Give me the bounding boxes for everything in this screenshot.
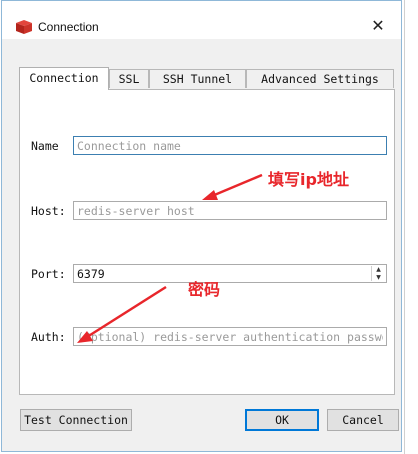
test-connection-button[interactable]: Test Connection	[20, 409, 132, 431]
name-input[interactable]	[73, 136, 387, 155]
port-label: Port:	[31, 267, 66, 281]
auth-annotation: 密码	[188, 280, 221, 299]
port-value: 6379	[77, 267, 105, 281]
background-window	[404, 0, 418, 454]
tab-connection[interactable]: Connection	[19, 67, 109, 90]
auth-label: Auth:	[31, 330, 66, 344]
host-input[interactable]	[73, 201, 387, 220]
spin-down-icon[interactable]: ▼	[372, 274, 385, 281]
host-label: Host:	[31, 204, 66, 218]
tab-advanced-settings[interactable]: Advanced Settings	[246, 69, 394, 88]
port-spinbox[interactable]: 6379 ▲ ▼	[73, 264, 387, 283]
spin-up-icon[interactable]: ▲	[372, 266, 385, 273]
name-label: Name	[31, 139, 59, 153]
cancel-button[interactable]: Cancel	[327, 409, 399, 431]
tab-ssh-tunnel[interactable]: SSH Tunnel	[149, 69, 246, 88]
port-stepper: ▲ ▼	[371, 266, 385, 281]
auth-input[interactable]	[73, 327, 387, 346]
connection-panel	[19, 89, 395, 395]
redis-cube-icon	[16, 20, 32, 34]
tab-ssl[interactable]: SSL	[109, 69, 149, 88]
host-annotation: 填写ip地址	[268, 170, 349, 189]
title-bar[interactable]: Connection ✕	[2, 1, 401, 39]
close-icon[interactable]: ✕	[369, 17, 387, 35]
ok-button[interactable]: OK	[245, 409, 319, 431]
connection-dialog: Connection ✕ Connection SSL SSH Tunnel A…	[1, 0, 402, 452]
window-title: Connection	[38, 20, 99, 34]
